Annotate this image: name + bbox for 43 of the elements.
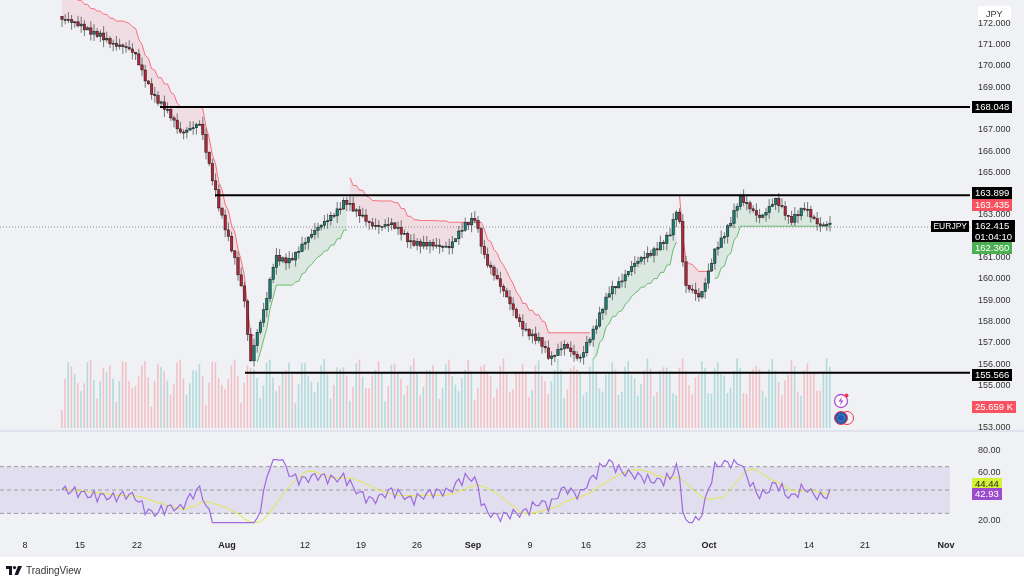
time-tick-label: Nov bbox=[937, 540, 955, 550]
price-tick-label: 165.000 bbox=[978, 166, 1011, 177]
price-label: 162.360 bbox=[972, 242, 1013, 254]
rsi-tick-label: 20.00 bbox=[978, 515, 1001, 525]
price-tick-label: 158.000 bbox=[978, 315, 1011, 326]
time-tick-label: Sep bbox=[464, 540, 482, 550]
time-tick-label: 8 bbox=[22, 540, 28, 550]
time-tick-label: 22 bbox=[132, 540, 142, 550]
price-tick-label: 160.000 bbox=[978, 273, 1011, 284]
time-tick-label: 16 bbox=[581, 540, 591, 550]
time-tick-label: 12 bbox=[300, 540, 310, 550]
time-tick-label: 19 bbox=[356, 540, 366, 550]
brand-name: TradingView bbox=[26, 565, 82, 576]
price-label: 162.415 01:04:10 bbox=[972, 220, 1015, 242]
price-tick-label: 161.000 bbox=[978, 252, 1011, 262]
rsi-tick-label: 80.00 bbox=[978, 445, 1001, 455]
price-label: 163.899 bbox=[972, 187, 1013, 199]
rsi-tick-label: 60.00 bbox=[978, 467, 1001, 477]
price-tick-label: 156.000 bbox=[978, 358, 1011, 369]
price-tick-label: 163.000 bbox=[978, 209, 1011, 220]
price-label: 155.566 bbox=[972, 369, 1013, 381]
price-tick-label: 155.000 bbox=[978, 379, 1011, 390]
price-tick-label: 166.000 bbox=[978, 145, 1011, 156]
price-tick-label: 170.000 bbox=[978, 60, 1011, 71]
symbol-label: EURJPY bbox=[931, 221, 969, 232]
time-tick-label: 23 bbox=[636, 540, 646, 550]
time-tick-label: 26 bbox=[412, 540, 422, 550]
price-tick-label: 167.000 bbox=[978, 124, 1011, 135]
price-label: 168.048 bbox=[972, 101, 1013, 113]
time-tick-label: 14 bbox=[804, 540, 814, 550]
time-tick-label: Oct bbox=[701, 540, 717, 550]
price-tick-label: 159.000 bbox=[978, 294, 1011, 305]
time-tick-label: 9 bbox=[527, 540, 533, 550]
price-tick-label: 169.000 bbox=[978, 81, 1011, 92]
time-tick-label: 21 bbox=[860, 540, 870, 550]
price-label: 163.435 bbox=[972, 199, 1013, 211]
price-tick-label: 171.000 bbox=[978, 39, 1011, 49]
price-tick-label: 153.000 bbox=[978, 422, 1011, 433]
price-tick-label: 157.000 bbox=[978, 337, 1011, 348]
time-tick-label: Aug bbox=[218, 540, 236, 550]
rsi-value-label: 42.93 bbox=[972, 488, 1002, 500]
time-tick-label: 15 bbox=[75, 540, 85, 550]
price-label: 25.659 K bbox=[972, 401, 1017, 413]
